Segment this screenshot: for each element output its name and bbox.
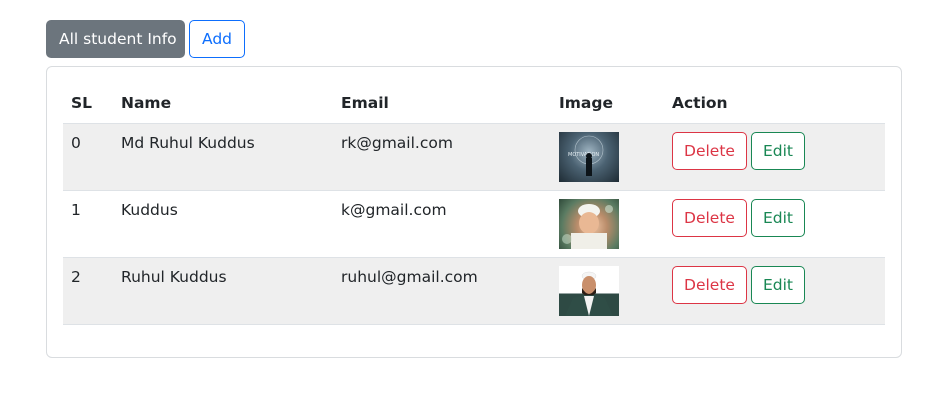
delete-button[interactable]: Delete <box>672 266 747 304</box>
table-row: 0 Md Ruhul Kuddus rk@gmail.com MOTIVATIO… <box>63 124 885 191</box>
student-photo <box>559 266 619 316</box>
edit-button[interactable]: Edit <box>751 266 805 304</box>
cell-sl: 2 <box>71 268 81 286</box>
header-sl: SL <box>71 94 93 112</box>
cell-email: rk@gmail.com <box>341 134 453 152</box>
student-photo <box>559 199 619 249</box>
header-action: Action <box>672 94 728 112</box>
cell-name: Kuddus <box>121 201 178 219</box>
header-image: Image <box>559 94 613 112</box>
student-table: SL Name Email Image Action 0 Md Ruhul Ku… <box>63 83 885 325</box>
cell-image <box>551 191 664 257</box>
header-email: Email <box>341 94 389 112</box>
delete-button[interactable]: Delete <box>672 132 747 170</box>
edit-button[interactable]: Edit <box>751 199 805 237</box>
cell-name: Md Ruhul Kuddus <box>121 134 255 152</box>
student-table-card: SL Name Email Image Action 0 Md Ruhul Ku… <box>46 66 902 358</box>
cell-actions: Delete Edit <box>664 191 885 257</box>
cell-name: Ruhul Kuddus <box>121 268 227 286</box>
cell-sl: 1 <box>71 201 81 219</box>
cell-sl: 0 <box>71 134 81 152</box>
add-button[interactable]: Add <box>189 20 245 58</box>
edit-button[interactable]: Edit <box>751 132 805 170</box>
student-photo: MOTIVATION <box>559 132 619 182</box>
cell-actions: Delete Edit <box>664 258 885 324</box>
table-row: 1 Kuddus k@gmail.com Delete Edit <box>63 191 885 258</box>
header-name: Name <box>121 94 172 112</box>
table-row: 2 Ruhul Kuddus ruhul@gmail.com Delete Ed… <box>63 258 885 325</box>
page: All student Info Add SL Name Email Image… <box>0 0 950 403</box>
delete-button[interactable]: Delete <box>672 199 747 237</box>
cell-actions: Delete Edit <box>664 124 885 190</box>
cell-email: ruhul@gmail.com <box>341 268 478 286</box>
svg-text:MOTIVATION: MOTIVATION <box>568 152 599 158</box>
top-nav: All student Info Add <box>46 20 245 58</box>
all-student-info-button[interactable]: All student Info <box>46 20 185 58</box>
cell-image: MOTIVATION <box>551 124 664 190</box>
table-header-row: SL Name Email Image Action <box>63 83 885 124</box>
cell-email: k@gmail.com <box>341 201 447 219</box>
cell-image <box>551 258 664 324</box>
